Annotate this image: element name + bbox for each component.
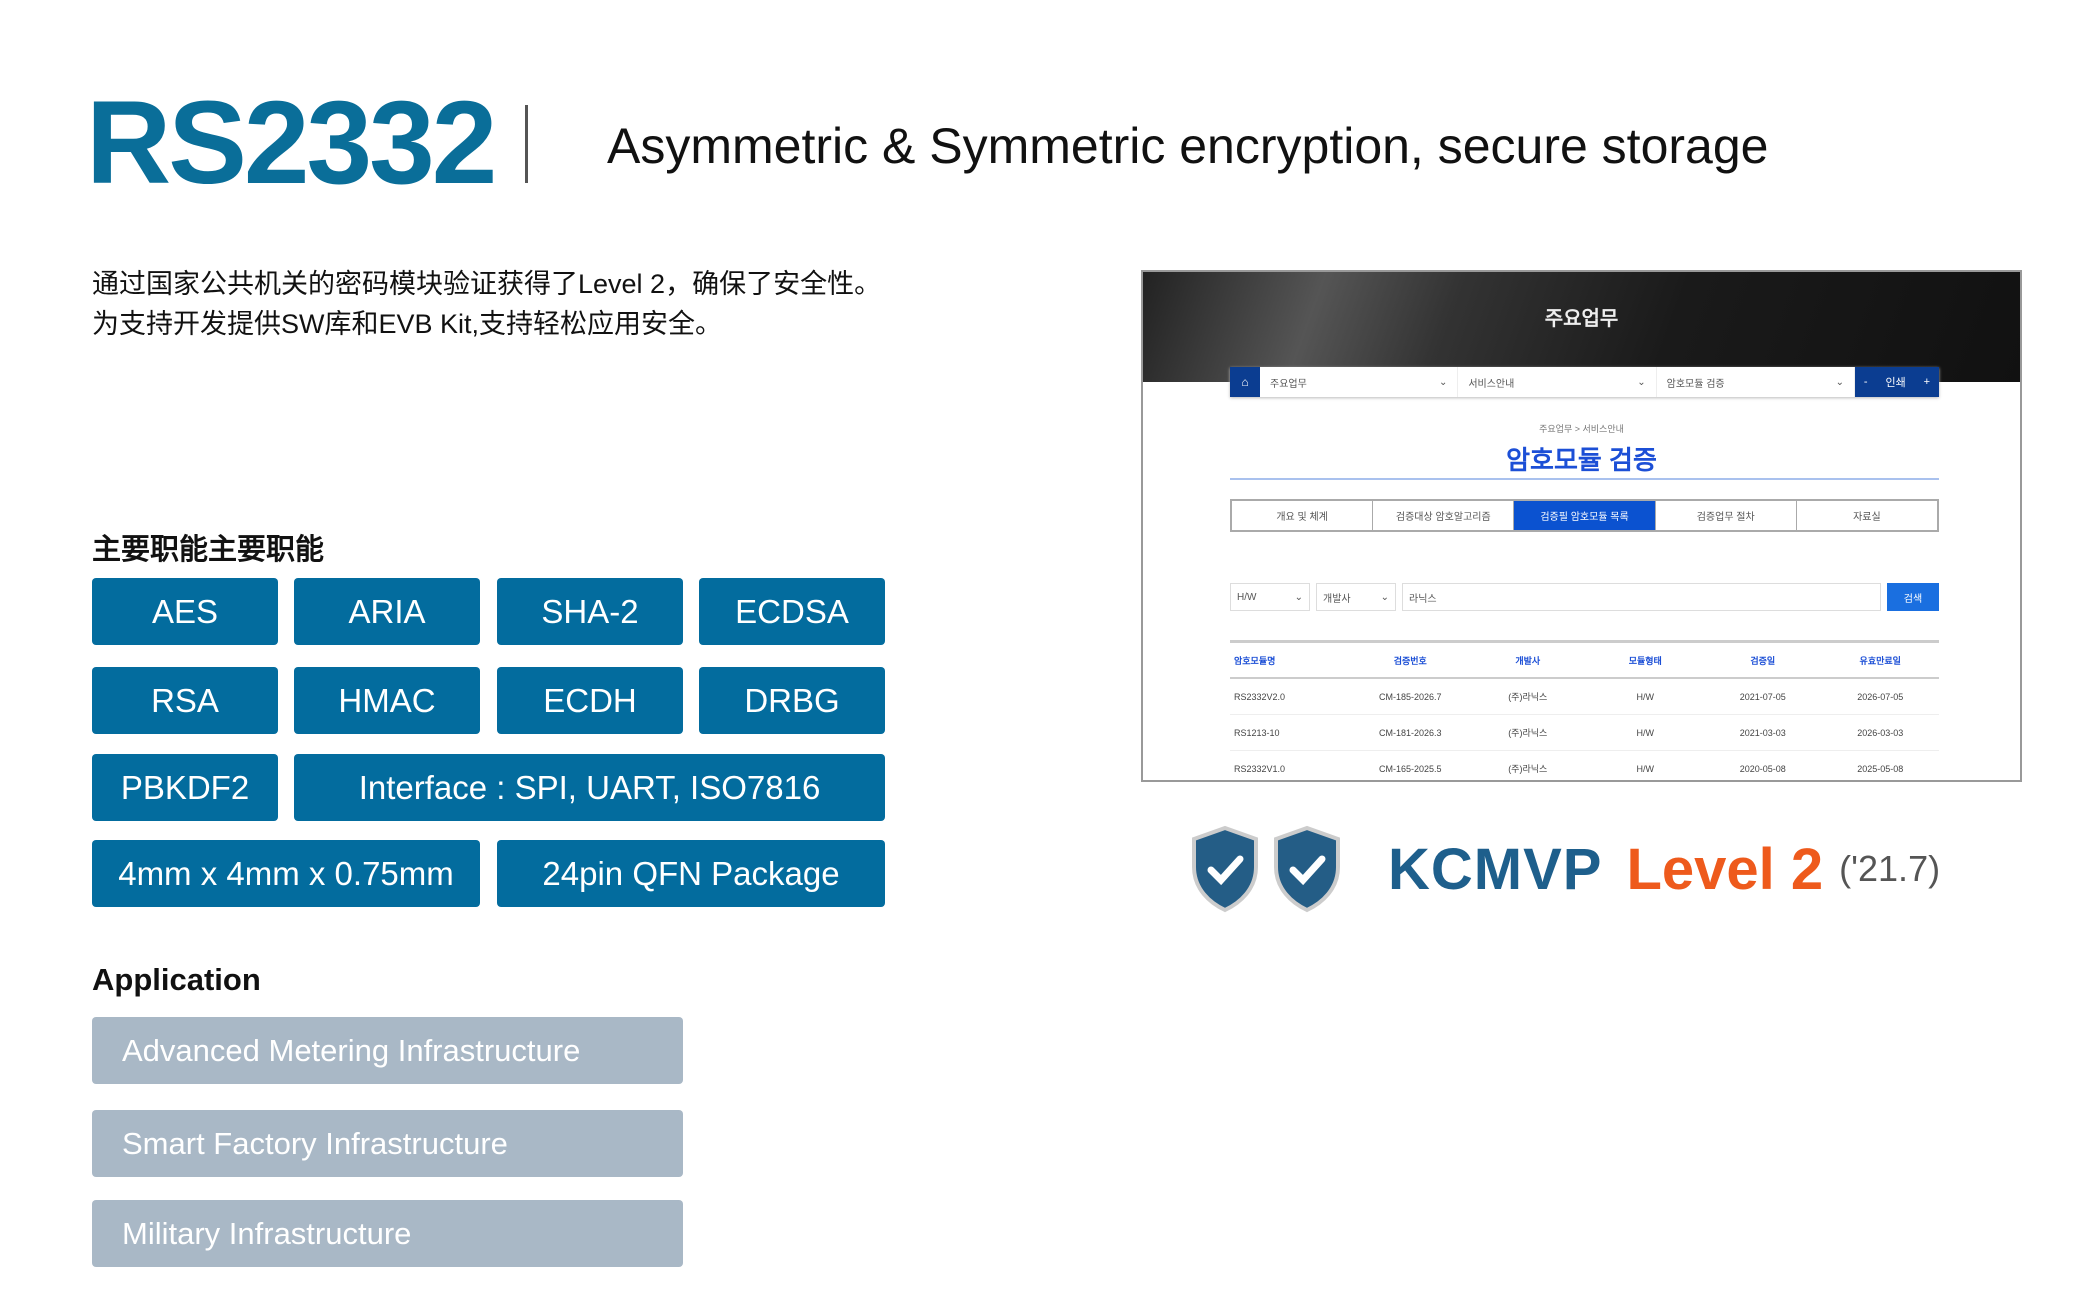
zoom-out-icon: - <box>1863 376 1868 388</box>
field-select: 개발사 ⌄ <box>1316 583 1396 611</box>
tab-bar: 개요 및 체계 검증대상 암호알고리즘 검증필 암호모듈 목록 검증업무 절차 … <box>1230 499 1939 532</box>
product-subtitle: Asymmetric & Symmetric encryption, secur… <box>607 118 1769 174</box>
type-select: H/W ⌄ <box>1230 583 1310 611</box>
title-divider <box>525 105 528 183</box>
chevron-down-icon: ⌄ <box>1835 376 1844 388</box>
table-cell: RS2332V1.0 <box>1234 763 1286 774</box>
features-heading: 主要职能主要职能 <box>92 534 325 566</box>
feature-chip-size: 4mm x 4mm x 0.75mm <box>92 840 480 907</box>
tab: 자료실 <box>1853 512 1881 523</box>
page-title: 암호모듈 검증 <box>1506 445 1657 475</box>
kcmvp-badge: KCMVP Level 2 ('21.7) <box>1190 825 1940 913</box>
zoom-in-icon: + <box>1923 376 1931 388</box>
feature-chip: RSA <box>92 667 278 734</box>
field-value: 개발사 <box>1323 593 1351 605</box>
type-value: H/W <box>1237 591 1257 603</box>
table-row: RS1213-10 CM-181-2026.3 (주)라닉스 H/W 2021-03-0… <box>1230 715 1939 751</box>
shield-check-icon <box>1192 825 1258 913</box>
banner-title: 주요업무 <box>1544 308 1619 330</box>
table-cell: H/W <box>1636 727 1655 738</box>
kcmvp-date: ('21.7) <box>1839 848 1941 889</box>
tab: 검증대상 암호알고리즘 <box>1373 501 1515 530</box>
print-icon: 인쇄 <box>1885 377 1906 389</box>
description-line: 为支持开发提供SW库和EVB Kit,支持轻松应用安全。 <box>92 309 723 339</box>
column-header: 암호모듈명 <box>1234 655 1276 666</box>
title-underline <box>1230 478 1939 480</box>
product-model: RS2332 <box>86 77 497 209</box>
table-row: RS2332V1.0 CM-165-2025.5 (주)라닉스 H/W 2020-05-… <box>1230 751 1939 780</box>
table-cell: H/W <box>1636 691 1655 702</box>
search-button: 검색 <box>1887 583 1939 611</box>
column-header: 유효만료일 <box>1859 655 1901 666</box>
search-value: 라닉스 <box>1409 593 1437 605</box>
table-cell: 2025-05-08 <box>1857 763 1904 774</box>
table-cell: RS1213-10 <box>1234 727 1280 738</box>
feature-chip: HMAC <box>294 667 480 734</box>
module-table: 암호모듈명 검증번호 개발사 모듈형태 검증일 유효만료일 RS2332V2.0 CM-185… <box>1230 640 1939 780</box>
shield-check-icon <box>1274 825 1340 913</box>
table-cell: CM-185-2026.7 <box>1378 691 1442 702</box>
table-cell: CM-181-2026.3 <box>1378 727 1442 738</box>
column-header: 검증번호 <box>1393 655 1427 666</box>
kcmvp-website-screenshot: 주요업무 ⌂ 주요업무 ⌄ 서비스안내 ⌄ 암호모듈 검증 ⌄ - 인쇄 + 주요업무 >… <box>1141 270 2022 782</box>
nav-actions: - 인쇄 + <box>1854 367 1939 397</box>
feature-chip: AES <box>92 578 278 645</box>
chevron-down-icon: ⌄ <box>1438 376 1448 388</box>
nav-label: 암호모듈 검증 <box>1666 378 1725 390</box>
feature-chip: ARIA <box>294 578 480 645</box>
table-cell: CM-165-2025.5 <box>1378 763 1442 774</box>
table-cell: 2026-03-03 <box>1857 727 1904 738</box>
nav-label: 서비스안내 <box>1468 378 1515 390</box>
feature-chip-package: 24pin QFN Package <box>497 840 885 907</box>
tab: 개요 및 체계 <box>1232 501 1374 530</box>
description-line: 通过国家公共机关的密码模块验证获得了Level 2，确保了安全性。 <box>92 269 882 299</box>
application-item: Advanced Metering Infrastructure <box>92 1017 683 1084</box>
chevron-down-icon: ⌄ <box>1380 591 1389 603</box>
table-cell: (주)라닉스 <box>1508 764 1548 774</box>
table-cell: RS2332V2.0 <box>1234 691 1286 702</box>
table-cell: 2026-07-05 <box>1857 691 1904 702</box>
table-cell: H/W <box>1636 763 1655 774</box>
chevron-down-icon: ⌄ <box>1294 591 1303 603</box>
feature-chip: ECDSA <box>699 578 885 645</box>
nav-select: 주요업무 ⌄ <box>1260 367 1459 397</box>
home-icon: ⌂ <box>1230 367 1260 397</box>
chevron-down-icon: ⌄ <box>1637 376 1646 388</box>
application-item: Smart Factory Infrastructure <box>92 1110 683 1177</box>
banner-image: 주요업무 <box>1143 272 2020 382</box>
application-item: Military Infrastructure <box>92 1200 683 1267</box>
table-cell: (주)라닉스 <box>1508 692 1548 702</box>
tab-active: 검증필 암호모듈 목록 <box>1514 501 1656 530</box>
breadcrumb: 주요업무 > 서비스안내 <box>1539 424 1624 434</box>
column-header: 모듈형태 <box>1628 655 1662 666</box>
search-bar: H/W ⌄ 개발사 ⌄ 라닉스 검색 <box>1230 583 1939 611</box>
tab: 검증업무 절차 <box>1656 501 1797 530</box>
table-row: RS2332V2.0 CM-185-2026.7 (주)라닉스 H/W 2021-07-… <box>1230 679 1939 715</box>
feature-chip: ECDH <box>497 667 683 734</box>
table-cell: 2020-05-08 <box>1739 763 1786 774</box>
kcmvp-level: Level 2 <box>1626 836 1824 902</box>
feature-chip: SHA-2 <box>497 578 683 645</box>
application-heading: Application <box>92 962 261 997</box>
nav-bar: ⌂ 주요업무 ⌄ 서비스안내 ⌄ 암호모듈 검증 ⌄ - 인쇄 + <box>1230 367 1939 397</box>
column-header: 검증일 <box>1750 655 1776 666</box>
nav-label: 주요업무 <box>1270 378 1307 390</box>
feature-chip: DRBG <box>699 667 885 734</box>
table-cell: 2021-03-03 <box>1739 727 1786 738</box>
nav-select: 암호모듈 검증 ⌄ <box>1657 367 1855 397</box>
kcmvp-name: KCMVP <box>1388 836 1603 902</box>
table-header: 암호모듈명 검증번호 개발사 모듈형태 검증일 유효만료일 <box>1230 643 1939 679</box>
nav-select: 서비스안내 ⌄ <box>1458 367 1657 397</box>
column-header: 개발사 <box>1515 655 1541 666</box>
search-input: 라닉스 <box>1402 583 1881 611</box>
table-cell: 2021-07-05 <box>1739 691 1786 702</box>
feature-chip: PBKDF2 <box>92 754 278 821</box>
feature-chip-interface: Interface : SPI, UART, ISO7816 <box>294 754 885 821</box>
table-cell: (주)라닉스 <box>1508 728 1548 738</box>
